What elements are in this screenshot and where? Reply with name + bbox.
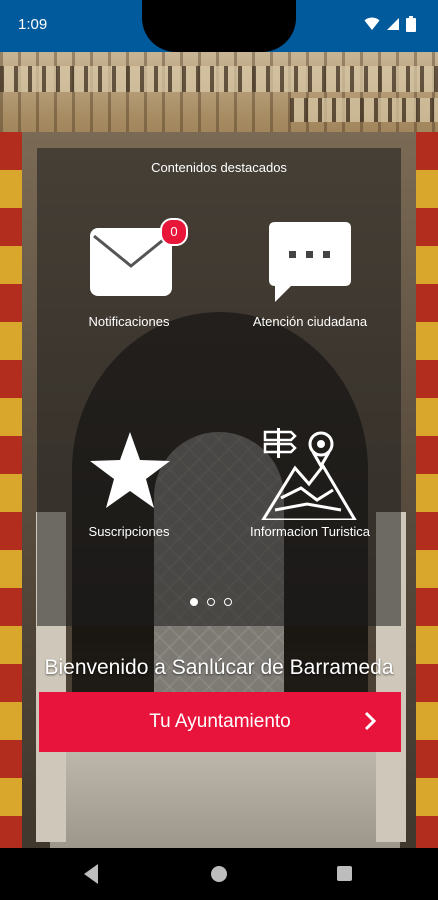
- welcome-text: Bienvenido a Sanlúcar de Barrameda: [44, 656, 394, 679]
- striped-wall-right: [416, 132, 438, 848]
- status-icons: [364, 16, 416, 32]
- tile-label-turistica: Informacion Turistica: [250, 524, 370, 539]
- pager-dot-1[interactable]: [190, 598, 198, 606]
- status-time: 1:09: [18, 16, 48, 33]
- wifi-icon: [364, 17, 380, 30]
- tile-informacion-turistica[interactable]: Informacion Turistica: [225, 428, 395, 548]
- frieze-pattern: [0, 66, 438, 92]
- tu-ayuntamiento-button[interactable]: Tu Ayuntamiento: [39, 692, 401, 752]
- frieze-pattern-right: [290, 98, 438, 122]
- pager-dot-3[interactable]: [224, 598, 232, 606]
- striped-wall-left: [0, 132, 22, 848]
- carousel-pager: [190, 598, 232, 606]
- cellular-signal-icon: [387, 18, 399, 30]
- system-nav-bar: [0, 848, 438, 900]
- featured-content-panel: Contenidos destacados 0 Notificaciones A…: [37, 148, 401, 626]
- chat-bubble-icon: [269, 222, 351, 302]
- map-pin-icon: [261, 428, 357, 520]
- home-icon[interactable]: [211, 866, 227, 882]
- notification-badge: 0: [160, 218, 188, 246]
- chevron-right-icon: [364, 711, 377, 731]
- camera-notch: [142, 0, 296, 52]
- featured-content-title: Contenidos destacados: [151, 160, 287, 175]
- back-icon[interactable]: [84, 864, 98, 884]
- pager-dot-2[interactable]: [207, 598, 215, 606]
- cta-label: Tu Ayuntamiento: [149, 711, 291, 732]
- tile-label-notificaciones: Notificaciones: [88, 314, 170, 329]
- tile-notificaciones[interactable]: 0 Notificaciones: [44, 218, 214, 338]
- tile-label-suscripciones: Suscripciones: [88, 524, 170, 539]
- battery-icon: [406, 16, 416, 32]
- tile-suscripciones[interactable]: Suscripciones: [44, 428, 214, 548]
- phone-screen: 1:09 Contenidos destacados 0 Notificacio…: [0, 0, 438, 900]
- recent-apps-icon[interactable]: [337, 866, 352, 881]
- floor: [50, 752, 400, 848]
- star-icon: [90, 432, 170, 508]
- tile-label-atencion: Atención ciudadana: [252, 314, 368, 329]
- tile-atencion-ciudadana[interactable]: Atención ciudadana: [225, 218, 395, 338]
